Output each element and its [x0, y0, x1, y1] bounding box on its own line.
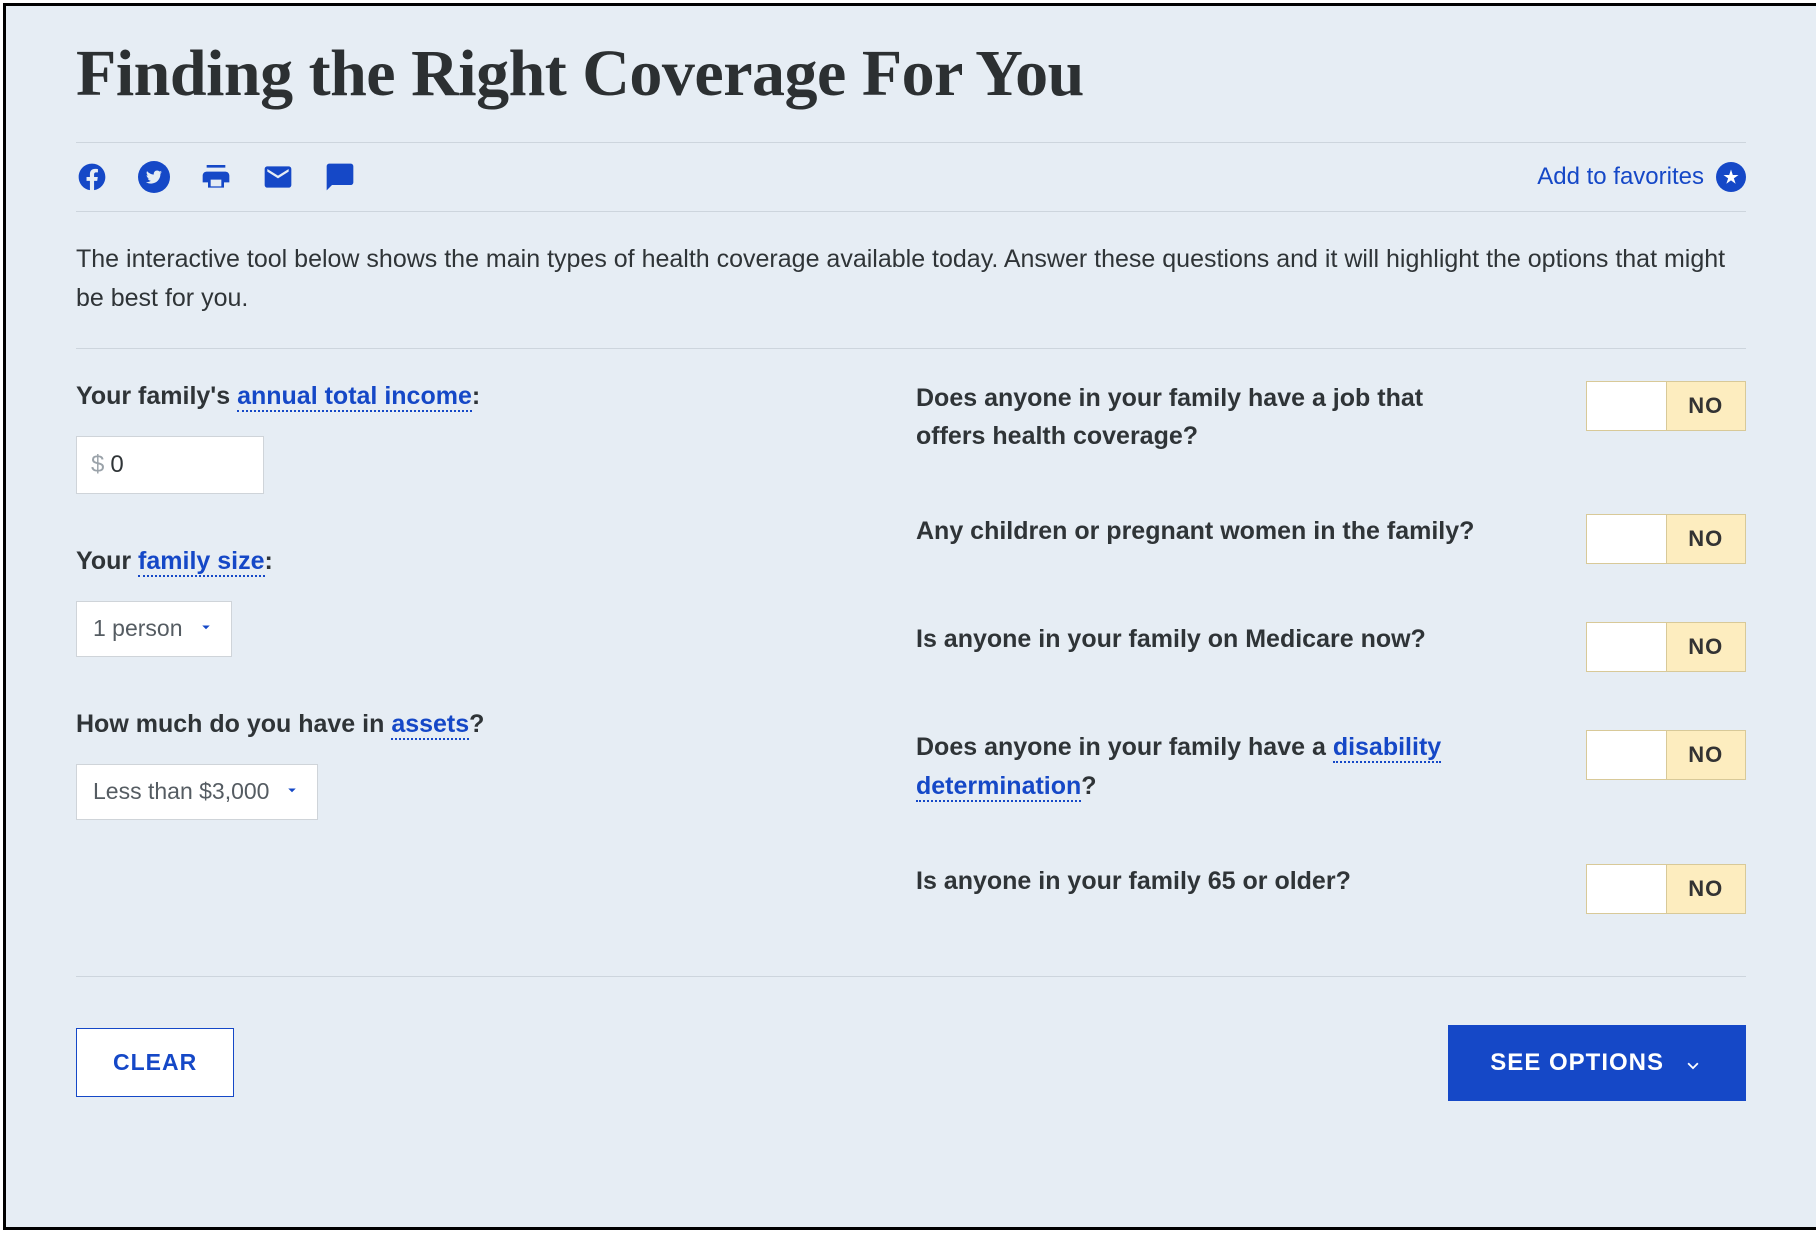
- email-icon[interactable]: [262, 161, 294, 193]
- assets-value: Less than $3,000: [93, 778, 269, 805]
- question-medicare: Is anyone in your family on Medicare now…: [916, 620, 1426, 659]
- see-options-button[interactable]: SEE OPTIONS: [1448, 1025, 1746, 1101]
- toggle-no[interactable]: NO: [1666, 382, 1746, 430]
- assets-label: How much do you have in assets?: [76, 707, 796, 742]
- add-favorites-label: Add to favorites: [1537, 163, 1704, 191]
- family-size-select[interactable]: 1 person: [76, 601, 232, 657]
- arrow-down-icon: [1682, 1052, 1704, 1074]
- income-term[interactable]: annual total income: [237, 382, 472, 412]
- toggle-no[interactable]: NO: [1666, 865, 1746, 913]
- toggle-yes[interactable]: [1587, 865, 1666, 913]
- income-label: Your family's annual total income:: [76, 379, 796, 414]
- chevron-down-icon: [197, 615, 215, 642]
- question-children: Any children or pregnant women in the fa…: [916, 512, 1474, 551]
- toggle-no[interactable]: NO: [1666, 731, 1746, 779]
- toggle-medicare[interactable]: NO: [1586, 622, 1746, 672]
- twitter-icon[interactable]: [138, 161, 170, 193]
- star-icon: [1716, 162, 1746, 192]
- toggle-children[interactable]: NO: [1586, 514, 1746, 564]
- family-size-label: Your family size:: [76, 544, 796, 579]
- dollar-prefix: $: [91, 451, 104, 479]
- income-field[interactable]: [110, 451, 249, 479]
- toggle-age65[interactable]: NO: [1586, 864, 1746, 914]
- clear-button[interactable]: CLEAR: [76, 1028, 234, 1097]
- toggle-yes[interactable]: [1587, 515, 1666, 563]
- toggle-yes[interactable]: [1587, 731, 1666, 779]
- print-icon[interactable]: [200, 161, 232, 193]
- comment-icon[interactable]: [324, 161, 356, 193]
- toggle-no[interactable]: NO: [1666, 515, 1746, 563]
- add-favorites-button[interactable]: Add to favorites: [1537, 162, 1746, 192]
- share-toolbar: Add to favorites: [76, 143, 1746, 211]
- toggle-disability[interactable]: NO: [1586, 730, 1746, 780]
- question-age65: Is anyone in your family 65 or older?: [916, 862, 1351, 901]
- facebook-icon[interactable]: [76, 161, 108, 193]
- toggle-yes[interactable]: [1587, 382, 1666, 430]
- see-options-label: SEE OPTIONS: [1490, 1049, 1664, 1077]
- toggle-no[interactable]: NO: [1666, 623, 1746, 671]
- chevron-down-icon: [283, 778, 301, 805]
- income-input[interactable]: $: [76, 436, 264, 494]
- assets-select[interactable]: Less than $3,000: [76, 764, 318, 820]
- toggle-yes[interactable]: [1587, 623, 1666, 671]
- assets-term[interactable]: assets: [391, 710, 469, 740]
- toggle-job-coverage[interactable]: NO: [1586, 381, 1746, 431]
- family-size-value: 1 person: [93, 615, 183, 642]
- question-job-coverage: Does anyone in your family have a job th…: [916, 379, 1496, 457]
- page-title: Finding the Right Coverage For You: [76, 36, 1746, 112]
- family-size-term[interactable]: family size: [138, 547, 264, 577]
- intro-text: The interactive tool below shows the mai…: [76, 212, 1746, 348]
- question-disability: Does anyone in your family have a disabi…: [916, 728, 1496, 806]
